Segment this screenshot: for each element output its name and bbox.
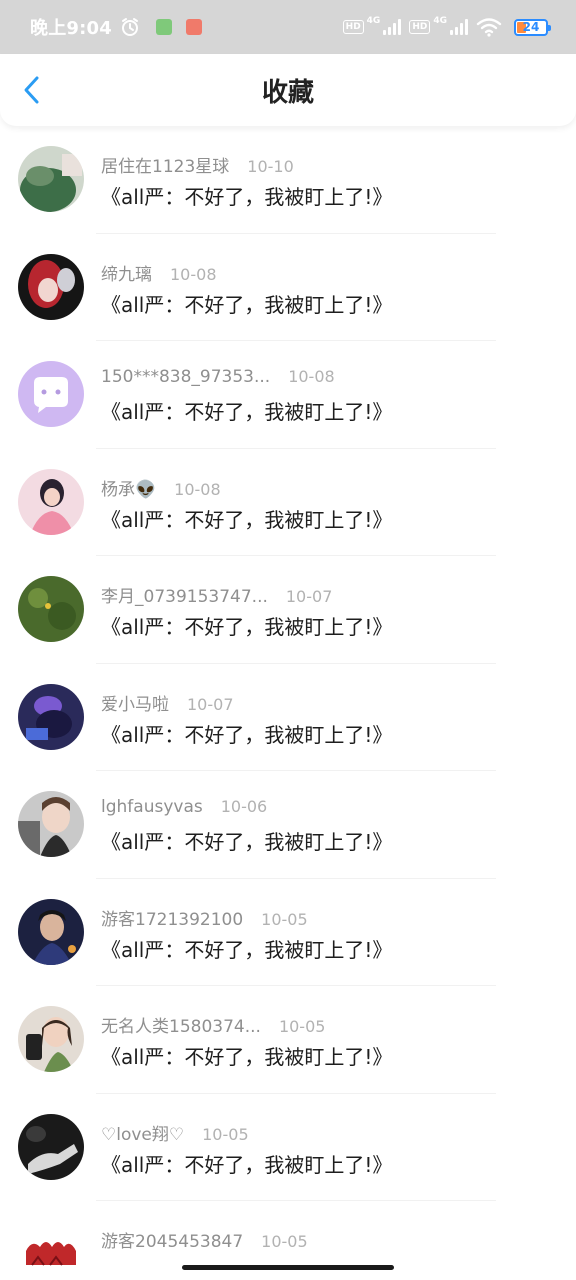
user-name: 无名人类1580374... bbox=[101, 1017, 261, 1037]
date: 10-07 bbox=[285, 587, 333, 606]
avatar[interactable] bbox=[18, 898, 84, 965]
list-item[interactable]: 缔九璃 10-08 《all严：不好了，我被盯上了!》 bbox=[0, 234, 576, 341]
user-name: 居住在1123星球 bbox=[101, 157, 230, 177]
page-title: 收藏 bbox=[261, 77, 314, 108]
list-item[interactable]: 李月_0739153747... 10-07 《all严：不好了，我被盯上了!》 bbox=[0, 556, 576, 664]
avatar[interactable] bbox=[18, 576, 84, 642]
date: 10-08 bbox=[174, 479, 221, 499]
nav-bar: 收藏 bbox=[0, 54, 576, 126]
app-notification-icon bbox=[155, 19, 172, 35]
avatar[interactable] bbox=[18, 1006, 84, 1072]
user-name: 李月_0739153747... bbox=[101, 587, 268, 607]
book-title[interactable]: 《all严：不好了，我被盯上了!》 bbox=[101, 289, 392, 318]
book-title[interactable]: 《all严：不好了，我被盯上了!》 bbox=[101, 396, 392, 425]
battery-icon: 24 bbox=[514, 18, 551, 36]
network-type: 4G bbox=[433, 16, 447, 26]
date: 10-07 bbox=[187, 694, 234, 714]
avatar[interactable] bbox=[18, 1221, 84, 1280]
avatar[interactable] bbox=[18, 468, 84, 535]
list-item[interactable]: 无名人类1580374... 10-05 《all严：不好了，我被盯上了!》 bbox=[0, 986, 576, 1094]
date: 10-05 bbox=[202, 1124, 249, 1144]
book-title[interactable]: 《all严：不好了，我被盯上了!》 bbox=[101, 1041, 392, 1070]
book-title[interactable]: 《all严：不好了，我被盯上了!》 bbox=[101, 181, 392, 210]
battery-level: 24 bbox=[522, 19, 540, 34]
avatar[interactable] bbox=[18, 146, 84, 212]
book-title[interactable]: 《all严：不好了，我被盯上了!》 bbox=[101, 719, 392, 748]
alarm-icon bbox=[121, 18, 138, 36]
hd-icon: HD bbox=[409, 20, 431, 34]
avatar[interactable] bbox=[18, 361, 84, 427]
list-item[interactable]: 杨承👽 10-08 《all严：不好了，我被盯上了!》 bbox=[0, 449, 576, 556]
date: 10-05 bbox=[278, 1017, 326, 1036]
user-name: 游客1721392100 bbox=[101, 909, 244, 930]
list-item[interactable]: lghfausyvas 10-06 《all严：不好了，我被盯上了!》 bbox=[0, 771, 576, 879]
date: 10-06 bbox=[220, 797, 268, 816]
list-item[interactable]: 爱小马啦 10-07 《all严：不好了，我被盯上了!》 bbox=[0, 664, 576, 771]
date: 10-08 bbox=[170, 264, 217, 284]
book-title[interactable]: 《all严：不好了，我被盯上了!》 bbox=[101, 826, 392, 855]
user-name: 游客2045453847 bbox=[101, 1232, 244, 1252]
book-title[interactable]: 《all严：不好了，我被盯上了!》 bbox=[101, 934, 392, 963]
book-title[interactable]: 《all严：不好了，我被盯上了!》 bbox=[101, 504, 392, 533]
date: 10-08 bbox=[288, 367, 335, 386]
hd-icon: HD bbox=[342, 20, 364, 34]
list-item[interactable]: 150***838_97353... 10-08 《all严：不好了，我被盯上了!… bbox=[0, 341, 576, 449]
avatar[interactable] bbox=[18, 791, 84, 857]
signal-bars-icon bbox=[450, 19, 468, 35]
user-name: 缔九璃 bbox=[101, 264, 152, 285]
avatar[interactable] bbox=[18, 1113, 84, 1180]
date: 10-05 bbox=[261, 1232, 308, 1251]
user-name: 杨承👽 bbox=[101, 479, 157, 500]
user-name: ♡love翔♡ bbox=[101, 1124, 185, 1145]
network-type: 4G bbox=[366, 16, 381, 26]
avatar[interactable] bbox=[18, 253, 84, 320]
list-item[interactable]: 居住在1123星球 10-10 《all严：不好了，我被盯上了!》 bbox=[0, 126, 576, 234]
status-bar: 晚上9:04 HD 4G HD 4G 24 bbox=[0, 0, 576, 54]
avatar[interactable] bbox=[18, 683, 84, 750]
book-title[interactable]: 《all严：不好了，我被盯上了!》 bbox=[101, 611, 392, 640]
user-name: 150***838_97353... bbox=[101, 367, 271, 387]
user-name: lghfausyvas bbox=[101, 797, 203, 817]
home-indicator[interactable] bbox=[182, 1265, 394, 1270]
book-title[interactable]: 《all严：不好了，我被盯上了!》 bbox=[101, 1149, 392, 1178]
list-item[interactable]: 游客1721392100 10-05 《all严：不好了，我被盯上了!》 bbox=[0, 879, 576, 986]
list-item[interactable]: ♡love翔♡ 10-05 《all严：不好了，我被盯上了!》 bbox=[0, 1094, 576, 1201]
wifi-icon bbox=[476, 18, 502, 37]
signal-1: HD 4G bbox=[342, 16, 402, 35]
favorites-list: 居住在1123星球 10-10 《all严：不好了，我被盯上了!》 缔九璃 10-0… bbox=[0, 126, 576, 1280]
signal-bars-icon bbox=[383, 19, 402, 35]
back-button[interactable] bbox=[14, 72, 50, 108]
signal-2: HD 4G bbox=[409, 16, 468, 35]
user-name: 爱小马啦 bbox=[101, 694, 169, 715]
date: 10-10 bbox=[247, 157, 294, 176]
status-time: 晚上9:04 bbox=[30, 18, 112, 39]
date: 10-05 bbox=[261, 909, 308, 929]
chevron-left-icon bbox=[24, 76, 39, 104]
app-notification-icon bbox=[185, 19, 202, 35]
